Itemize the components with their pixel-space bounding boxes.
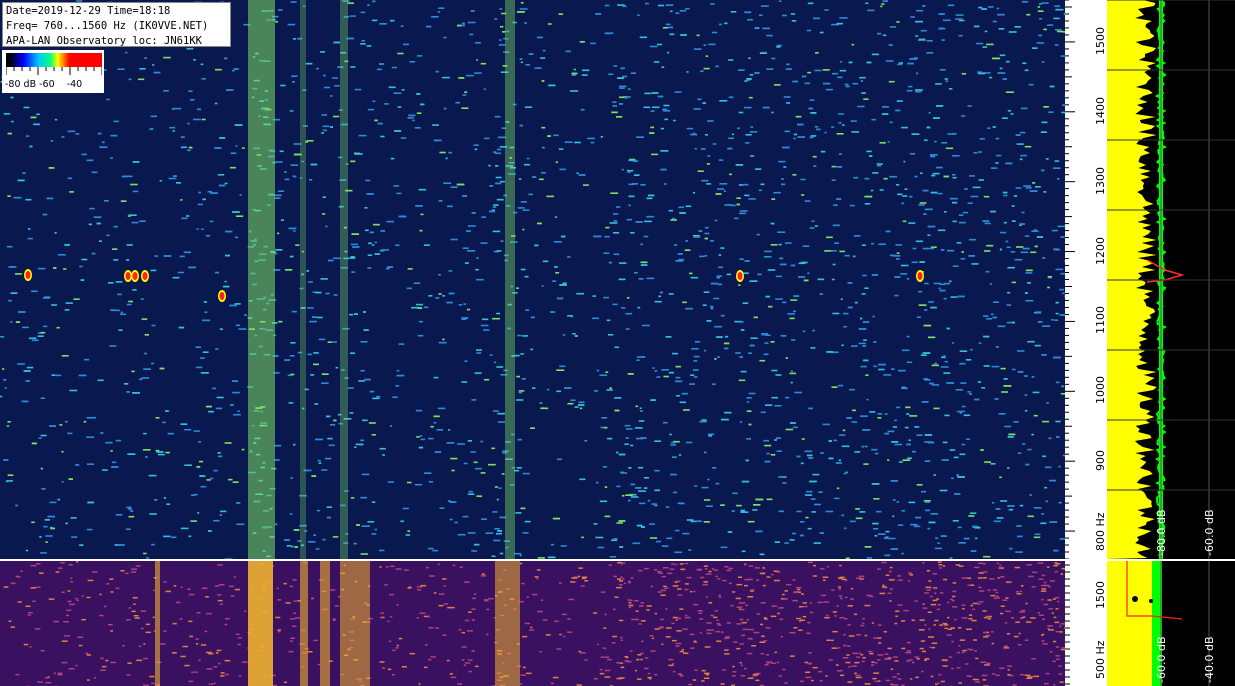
color-bar-labels: -80 dB -60 -40 xyxy=(5,79,83,90)
db-scale-label: -60.0 dB xyxy=(1155,637,1168,684)
color-bar: -80 dB -60 -40 xyxy=(2,50,104,93)
color-bar-gradient xyxy=(6,53,102,67)
frequency-tick-label: 800 Hz xyxy=(1094,512,1107,551)
frequency-scale-bottom: 1500 500 Hz xyxy=(1065,561,1107,686)
frequency-tick-label: 1300 xyxy=(1094,166,1107,195)
frequency-scale-top: 1500 1400 1300 1200 1100 1000 900 800 Hz xyxy=(1065,0,1107,559)
info-observatory: APA-LAN Observatory loc: JN61KK xyxy=(6,35,202,47)
db-scale-label: -60.0 dB xyxy=(1203,510,1216,557)
info-date-time: Date=2019-12-29 Time=18:18 xyxy=(6,5,171,17)
waterfall-bottom xyxy=(0,561,1065,686)
waterfall-top xyxy=(0,0,1065,559)
frequency-tick-label: 500 Hz xyxy=(1094,640,1107,679)
color-bar-ticks xyxy=(6,67,102,75)
frequency-tick-label: 1400 xyxy=(1094,96,1107,125)
spectrum-panel-bottom: -60.0 dB -40.0 dB xyxy=(1107,561,1235,686)
frequency-tick-label: 1200 xyxy=(1094,236,1107,265)
frequency-tick-label: 1100 xyxy=(1094,306,1107,335)
frequency-tick-label: 900 xyxy=(1094,449,1107,471)
db-scale-label: -80.0 dB xyxy=(1155,510,1168,557)
frequency-tick-label: 1500 xyxy=(1094,581,1107,609)
info-frequency: Freq= 760...1560 Hz (IK0VVE.NET) xyxy=(6,20,209,32)
spectrogram-display: 1500 1400 1300 1200 1100 1000 900 800 Hz 1500 50… xyxy=(0,0,1235,686)
info-box: Date=2019-12-29 Time=18:18 Freq= 760...15… xyxy=(2,2,231,47)
spectrum-panel-top: -80.0 dB-60.0 dB-40.0 dB xyxy=(1107,0,1235,559)
frequency-tick-label: 1500 xyxy=(1094,26,1107,55)
db-scale-label: -40.0 dB xyxy=(1203,637,1216,684)
frequency-tick-label: 1000 xyxy=(1094,376,1107,405)
panel-divider xyxy=(0,559,1235,561)
